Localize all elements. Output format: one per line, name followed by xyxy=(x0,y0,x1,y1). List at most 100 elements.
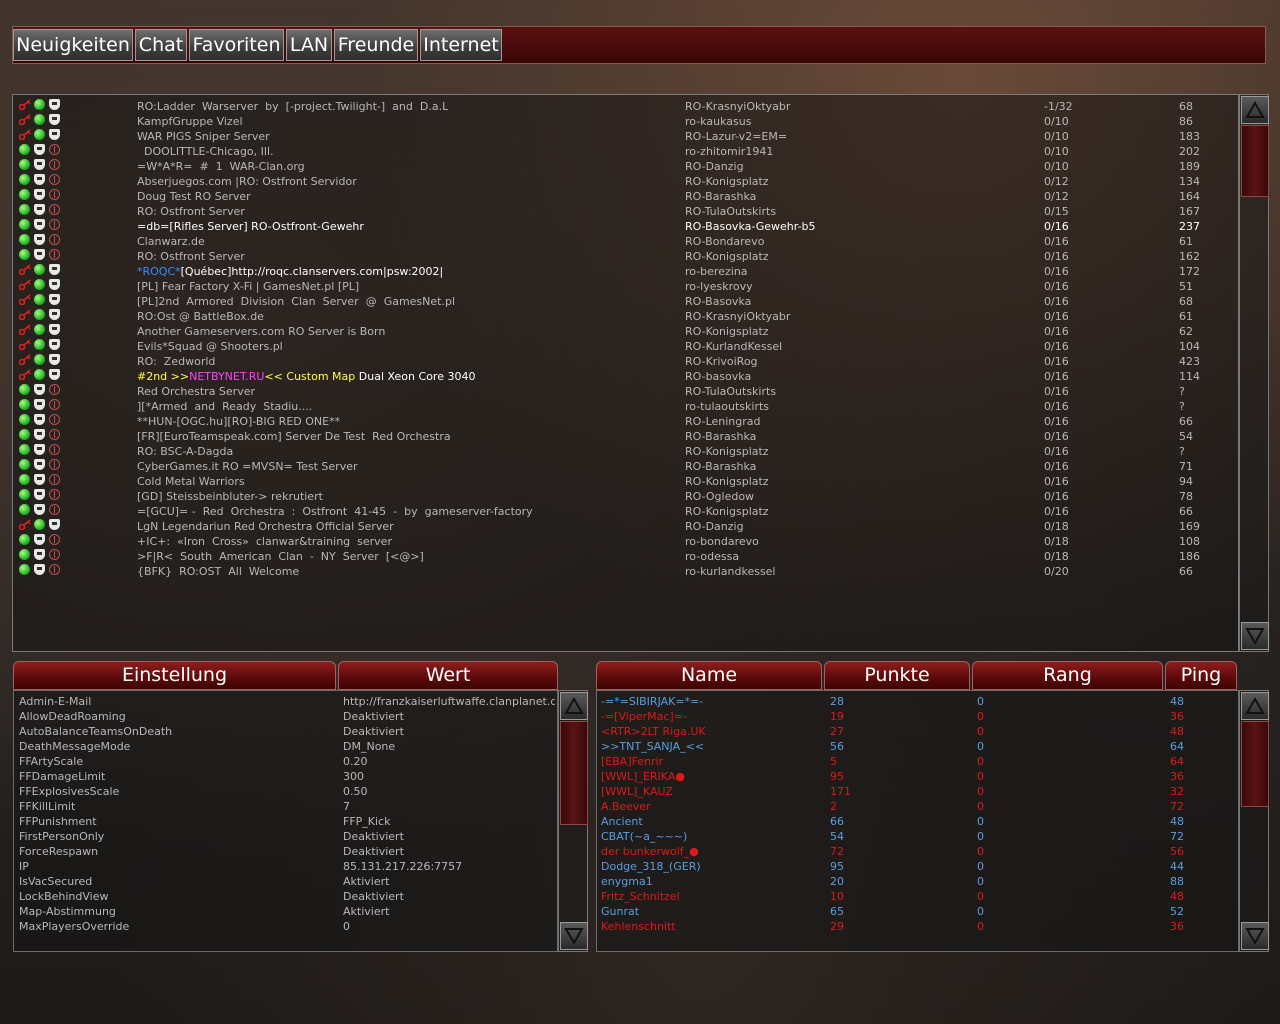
server-ping: 61 xyxy=(1179,235,1193,248)
server-map: RO-KrivoiRog xyxy=(685,355,758,368)
tab-internet[interactable]: Internet xyxy=(420,29,502,61)
player-rank: 0 xyxy=(977,785,984,798)
server-name: #2nd >>NETBYNET.RU<< Custom Map Dual Xeo… xyxy=(137,369,677,384)
rule-row[interactable]: AutoBalanceTeamsOnDeath Deaktiviert xyxy=(14,724,557,739)
server-row[interactable]: RO:Ladder Warserver by [-project.Twiligh… xyxy=(13,99,1238,114)
scroll-up-button[interactable] xyxy=(1241,96,1269,124)
server-row[interactable]: Doug Test RO Server RO-Barashka 0/12 164 xyxy=(13,189,1238,204)
server-name: Cold Metal Warriors xyxy=(137,475,245,488)
rule-setting: IsVacSecured xyxy=(19,875,93,888)
server-list-scrollbar[interactable] xyxy=(1239,94,1269,652)
player-row[interactable]: Gunrat 65 0 52 xyxy=(597,904,1238,919)
server-row[interactable]: RO:Ost @ BattleBox.de RO-KrasnyiOktyabr 0/… xyxy=(13,309,1238,324)
tab-news[interactable]: Neuigkeiten xyxy=(13,29,133,61)
rule-row[interactable]: MaxPlayersOverride 0 xyxy=(14,919,557,934)
header-name[interactable]: Name xyxy=(596,661,822,690)
players-scroll-up-button[interactable] xyxy=(1241,692,1269,720)
server-row[interactable]: Another Gameservers.com RO Server is Bor… xyxy=(13,324,1238,339)
server-row[interactable]: RO: BSC-A-Dagda RO-Konigsplatz 0/16? xyxy=(13,444,1238,459)
players-scrollbar[interactable] xyxy=(1239,690,1269,952)
header-setting[interactable]: Einstellung xyxy=(13,661,336,690)
server-row[interactable]: Evils*Squad @ Shooters.pl RO-KurlandKesse… xyxy=(13,339,1238,354)
rules-scroll-up-button[interactable] xyxy=(560,692,588,720)
rule-setting: LockBehindView xyxy=(19,890,109,903)
player-row[interactable]: [WWL]_KAUZ 171 0 32 xyxy=(597,784,1238,799)
scroll-down-button[interactable] xyxy=(1241,622,1269,650)
rule-row[interactable]: Map-Abstimmung Aktiviert xyxy=(14,904,557,919)
player-row[interactable]: <RTR>2LT Riga.UK 27 0 48 xyxy=(597,724,1238,739)
server-row[interactable]: >F|R< South American Clan - NY Server [<… xyxy=(13,549,1238,564)
rules-scrollbar[interactable] xyxy=(558,690,588,952)
server-row[interactable]: LgN Legendariun Red Orchestra Official S… xyxy=(13,519,1238,534)
server-row[interactable]: WAR PIGS Sniper Server RO-Lazur-v2=EM= 0/1… xyxy=(13,129,1238,144)
server-row[interactable]: ][*Armed and Ready Stadiu.... ro-tulaouts… xyxy=(13,399,1238,414)
rule-row[interactable]: IsVacSecured Aktiviert xyxy=(14,874,557,889)
player-row[interactable]: [EBA]Fenrir 5 0 64 xyxy=(597,754,1238,769)
player-row[interactable]: CBAT(~a_~~~) 54 0 72 xyxy=(597,829,1238,844)
server-row[interactable]: RO: Ostfront Server RO-Konigsplatz 0/16 162 xyxy=(13,249,1238,264)
server-row[interactable]: Abserjuegos.com |RO: Ostfront Servidor RO… xyxy=(13,174,1238,189)
player-row[interactable]: Ancient 66 0 48 xyxy=(597,814,1238,829)
server-row[interactable]: {BFK} RO:OST All Welcome ro-kurlandkessel… xyxy=(13,564,1238,579)
rule-row[interactable]: LockBehindView Deaktiviert xyxy=(14,889,557,904)
rule-row[interactable]: DeathMessageMode DM_None xyxy=(14,739,557,754)
player-row[interactable]: Dodge_318_(GER) 95 0 44 xyxy=(597,859,1238,874)
server-row[interactable]: +IC+: «Iron Cross» clanwar&training serv… xyxy=(13,534,1238,549)
rule-row[interactable]: FFArtyScale 0.20 xyxy=(14,754,557,769)
header-value[interactable]: Wert xyxy=(338,661,558,690)
server-row[interactable]: Red Orchestra Server RO-TulaOutskirts 0/16… xyxy=(13,384,1238,399)
player-row[interactable]: -=*=SIBIRJAK=*=- 28 0 48 xyxy=(597,694,1238,709)
server-row[interactable]: DOOLITTLE-Chicago, Ill. ro-zhitomir1941 0/… xyxy=(13,144,1238,159)
player-row[interactable]: A.Beever 2 0 72 xyxy=(597,799,1238,814)
player-row[interactable]: -=[ViperMac]=- 19 0 36 xyxy=(597,709,1238,724)
key-icon xyxy=(18,294,31,306)
server-row[interactable]: *ROQC*[Québec]http://roqc.clanservers.co… xyxy=(13,264,1238,279)
player-row[interactable]: >>TNT_SANJA_<< 56 0 64 xyxy=(597,739,1238,754)
tab-favorites[interactable]: Favoriten xyxy=(189,29,284,61)
players-scroll-down-button[interactable] xyxy=(1241,922,1269,950)
server-row[interactable]: =[GCU]= - Red Orchestra : Ostfront 41-45… xyxy=(13,504,1238,519)
server-row[interactable]: [PL] Fear Factory X-Fi | GamesNet.pl [PL… xyxy=(13,279,1238,294)
rule-row[interactable]: Admin-E-Mail http://franzkaiserluftwaffe.… xyxy=(14,694,557,709)
header-rank[interactable]: Rang xyxy=(972,661,1163,690)
server-row[interactable]: =W*A*R= # 1 WAR-Clan.org RO-Danzig 0/10 189 xyxy=(13,159,1238,174)
server-list-scroll-thumb[interactable] xyxy=(1241,125,1269,197)
header-ping[interactable]: Ping xyxy=(1165,661,1237,690)
server-name-part: Custom Map xyxy=(286,370,359,383)
server-row[interactable]: [GD] Steissbeinbluter-> rekrutiert RO-Ogl… xyxy=(13,489,1238,504)
player-name: >>TNT_SANJA_<< xyxy=(601,740,705,753)
rules-scroll-down-button[interactable] xyxy=(560,922,588,950)
server-row[interactable]: [PL]2nd Armored Division Clan Server @ G… xyxy=(13,294,1238,309)
tab-friends[interactable]: Freunde xyxy=(334,29,418,61)
player-row[interactable]: Fritz_Schnitzel 10 0 48 xyxy=(597,889,1238,904)
server-row[interactable]: #2nd >>NETBYNET.RU<< Custom Map Dual Xeo… xyxy=(13,369,1238,384)
rules-scroll-thumb[interactable] xyxy=(560,721,588,825)
player-row[interactable]: enygma1 20 0 88 xyxy=(597,874,1238,889)
player-row[interactable]: [WWL]_ERIKA● 95 0 36 xyxy=(597,769,1238,784)
server-row[interactable]: Clanwarz.de RO-Bondarevo 0/16 61 xyxy=(13,234,1238,249)
player-row[interactable]: der bunkerwolf_● 72 0 56 xyxy=(597,844,1238,859)
rule-row[interactable]: FFExplosivesScale 0.50 xyxy=(14,784,557,799)
rule-row[interactable]: FirstPersonOnly Deaktiviert xyxy=(14,829,557,844)
server-row[interactable]: RO: Ostfront Server RO-TulaOutskirts 0/15 1… xyxy=(13,204,1238,219)
shield-icon xyxy=(34,384,45,395)
player-row[interactable]: Kehlenschnitt 29 0 36 xyxy=(597,919,1238,934)
server-row[interactable]: **HUN-[OGC.hu][RO]-BIG RED ONE** RO-Lenin… xyxy=(13,414,1238,429)
tab-chat[interactable]: Chat xyxy=(135,29,187,61)
server-row[interactable]: KampfGruppe Vizel ro-kaukasus 0/10 86 xyxy=(13,114,1238,129)
rule-row[interactable]: FFKillLimit 7 xyxy=(14,799,557,814)
rule-row[interactable]: AllowDeadRoaming Deaktiviert xyxy=(14,709,557,724)
server-row[interactable]: CyberGames.it RO =MVSN= Test Server RO-Ba… xyxy=(13,459,1238,474)
header-score[interactable]: Punkte xyxy=(824,661,970,690)
rule-row[interactable]: IP 85.131.217.226:7757 xyxy=(14,859,557,874)
rule-row[interactable]: FFDamageLimit 300 xyxy=(14,769,557,784)
server-row[interactable]: Cold Metal Warriors RO-Konigsplatz 0/16 94 xyxy=(13,474,1238,489)
server-row[interactable]: [FR][EuroTeamspeak.com] Server De Test R… xyxy=(13,429,1238,444)
players-scroll-thumb[interactable] xyxy=(1241,721,1269,807)
tab-lan[interactable]: LAN xyxy=(286,29,332,61)
rule-setting: ForceRespawn xyxy=(19,845,99,858)
rule-row[interactable]: ForceRespawn Deaktiviert xyxy=(14,844,557,859)
rule-row[interactable]: FFPunishment FFP_Kick xyxy=(14,814,557,829)
server-row[interactable]: RO: Zedworld RO-KrivoiRog 0/16 423 xyxy=(13,354,1238,369)
server-row[interactable]: =db=[Rifles Server] RO-Ostfront-Gewehr RO… xyxy=(13,219,1238,234)
